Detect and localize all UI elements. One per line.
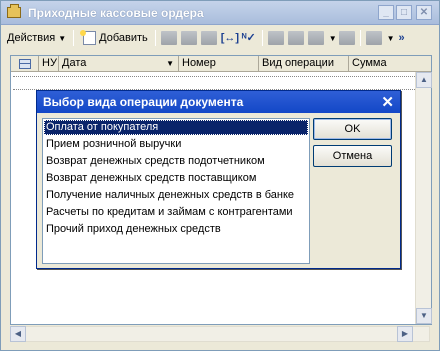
list-item[interactable]: Прочий приход денежных средств	[44, 222, 308, 237]
list-item[interactable]: Расчеты по кредитам и займам с контраген…	[44, 205, 308, 220]
add-button[interactable]: Добавить	[77, 28, 152, 48]
column-header-number[interactable]: Номер	[179, 56, 259, 72]
list-item[interactable]: Возврат денежных средств поставщиком	[44, 171, 308, 186]
chevron-down-icon[interactable]: ▼	[387, 34, 395, 43]
print-icon[interactable]	[365, 31, 382, 45]
operation-list[interactable]: Оплата от покупателя Прием розничной выр…	[42, 118, 310, 264]
horizontal-scrollbar[interactable]: ◀ ▶	[10, 326, 430, 342]
scroll-up-icon[interactable]: ▲	[416, 72, 432, 88]
dialog-title-bar[interactable]: Выбор вида операции документа ✕	[37, 91, 400, 113]
toolbar-separator	[261, 30, 263, 46]
list-item[interactable]: Возврат денежных средств подотчетником	[44, 154, 308, 169]
actions-menu-button[interactable]: Действия ▼	[3, 28, 70, 48]
close-icon[interactable]: ✕	[381, 93, 394, 111]
toolbar: Действия ▼ Добавить [↔] ᴺ✓ ▼ ▼ »	[3, 27, 437, 49]
edit-icon[interactable]	[180, 31, 197, 45]
filter-list-icon[interactable]	[307, 31, 324, 45]
list-item[interactable]: Получение наличных денежных средств в ба…	[44, 188, 308, 203]
scroll-down-icon[interactable]: ▼	[416, 308, 432, 324]
filter-value-icon[interactable]	[287, 31, 304, 45]
sort-descending-icon: ▼	[166, 59, 174, 68]
table-row[interactable]	[13, 76, 431, 90]
close-button[interactable]: ✕	[416, 5, 432, 20]
column-header-date[interactable]: Дата ▼	[59, 56, 179, 72]
scroll-left-icon[interactable]: ◀	[10, 326, 26, 342]
window-title: Приходные кассовые ордера	[28, 6, 204, 20]
maximize-button[interactable]: □	[396, 5, 412, 20]
minimize-button[interactable]: _	[378, 5, 394, 20]
new-document-icon	[80, 30, 97, 45]
scroll-right-icon[interactable]: ▶	[397, 326, 413, 342]
operation-type-dialog: Выбор вида операции документа ✕ Оплата о…	[36, 90, 401, 269]
clear-filter-icon[interactable]	[338, 31, 355, 45]
toolbar-separator	[73, 30, 75, 46]
column-header-sum[interactable]: Сумма	[349, 56, 399, 72]
table-header: НУ Дата ▼ Номер Вид операции Сумма	[11, 56, 431, 72]
column-header-date-label: Дата	[62, 57, 87, 69]
find-icon[interactable]: ᴺ✓	[241, 31, 257, 45]
interval-icon[interactable]: [↔]	[221, 31, 239, 45]
list-item[interactable]: Оплата от покупателя	[44, 120, 308, 135]
column-icon[interactable]	[11, 56, 39, 72]
delete-icon[interactable]	[200, 31, 217, 45]
column-header-nu[interactable]: НУ	[39, 56, 59, 72]
ok-button[interactable]: OK	[313, 118, 392, 140]
main-window: Приходные кассовые ордера _ □ ✕ Действия…	[0, 0, 440, 351]
more-icon[interactable]: »	[397, 31, 407, 45]
add-label: Добавить	[99, 32, 148, 44]
filter-icon[interactable]	[267, 31, 284, 45]
folder-icon	[7, 4, 21, 18]
document-icon	[19, 59, 31, 69]
dialog-title: Выбор вида операции документа	[43, 95, 244, 109]
actions-label: Действия	[7, 32, 56, 44]
toolbar-separator	[359, 30, 361, 46]
list-item[interactable]: Прием розничной выручки	[44, 137, 308, 152]
cancel-button[interactable]: Отмена	[313, 145, 392, 167]
toolbar-separator	[154, 30, 156, 46]
copy-icon[interactable]	[160, 31, 177, 45]
chevron-down-icon: ▼	[58, 33, 67, 43]
column-header-operation[interactable]: Вид операции	[259, 56, 349, 72]
chevron-down-icon[interactable]: ▼	[329, 34, 337, 43]
vertical-scrollbar[interactable]: ▲ ▼	[415, 72, 432, 324]
title-bar[interactable]: Приходные кассовые ордера _ □ ✕	[1, 1, 439, 25]
